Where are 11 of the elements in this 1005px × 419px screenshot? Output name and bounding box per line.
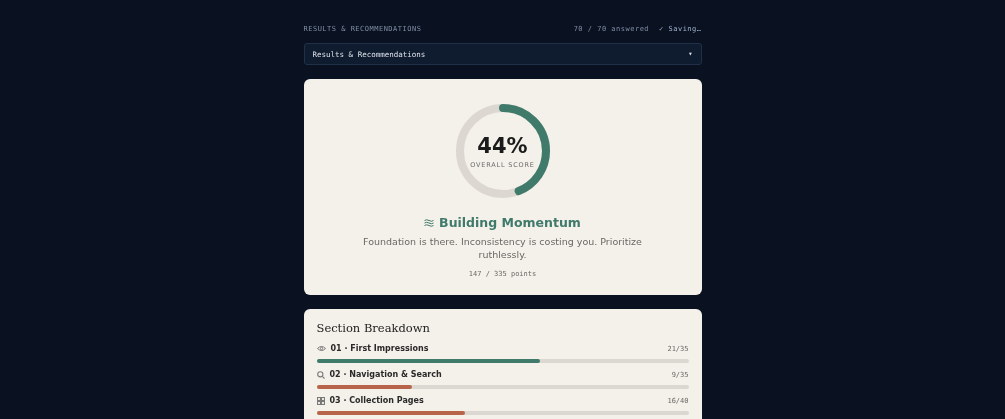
grid-icon <box>316 396 325 405</box>
section-name: 01 · First Impressions <box>330 344 430 353</box>
search-icon <box>316 370 325 379</box>
breakdown-title: Section Breakdown <box>316 321 432 335</box>
section-name: 02 · Navigation & Search <box>329 370 443 379</box>
section-name: 03 · Collection Pages <box>329 396 425 405</box>
waves-icon <box>424 218 435 227</box>
tier-title: Building Momentum <box>439 215 581 230</box>
eye-icon <box>316 345 326 352</box>
score-percent: 44% <box>477 133 528 158</box>
tier-summary: Foundation is there. Inconsistency is costing you. Prioritize ruthlessly. <box>362 235 643 261</box>
